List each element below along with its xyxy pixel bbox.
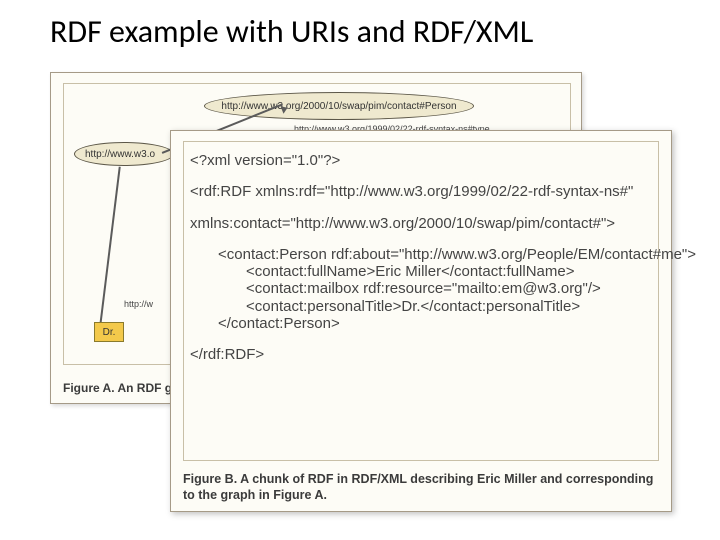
ellipse-subject-truncated: http://www.w3.o (74, 142, 174, 166)
slide-title: RDF example with URIs and RDF/XML (50, 12, 533, 51)
figure-b-code-box: <?xml version="1.0"?> <rdf:RDF xmlns:rdf… (183, 141, 659, 461)
edge-title-line (99, 167, 121, 331)
code-line-7: <contact:personalTitle>Dr.</contact:pers… (190, 298, 652, 315)
slide: RDF example with URIs and RDF/XML http:/… (0, 0, 720, 540)
ellipse-contact-person: http://www.w3.org/2000/10/swap/pim/conta… (204, 92, 474, 120)
code-line-2: <rdf:RDF xmlns:rdf="http://www.w3.org/19… (190, 183, 652, 200)
code-line-4: <contact:Person rdf:about="http://www.w3… (190, 246, 652, 263)
figure-b-caption: Figure B. A chunk of RDF in RDF/XML desc… (183, 471, 659, 504)
edge-title-label-truncated: http://w (124, 299, 153, 309)
figure-a-caption: Figure A. An RDF gra (63, 381, 183, 395)
figure-b-panel: <?xml version="1.0"?> <rdf:RDF xmlns:rdf… (170, 130, 672, 512)
code-line-1: <?xml version="1.0"?> (190, 152, 652, 169)
code-line-8: </contact:Person> (190, 315, 652, 332)
node-dr-box: Dr. (94, 322, 124, 342)
code-line-3: xmlns:contact="http://www.w3.org/2000/10… (190, 215, 652, 232)
code-line-6: <contact:mailbox rdf:resource="mailto:em… (190, 280, 652, 297)
code-line-9: </rdf:RDF> (190, 346, 652, 363)
code-line-5: <contact:fullName>Eric Miller</contact:f… (190, 263, 652, 280)
